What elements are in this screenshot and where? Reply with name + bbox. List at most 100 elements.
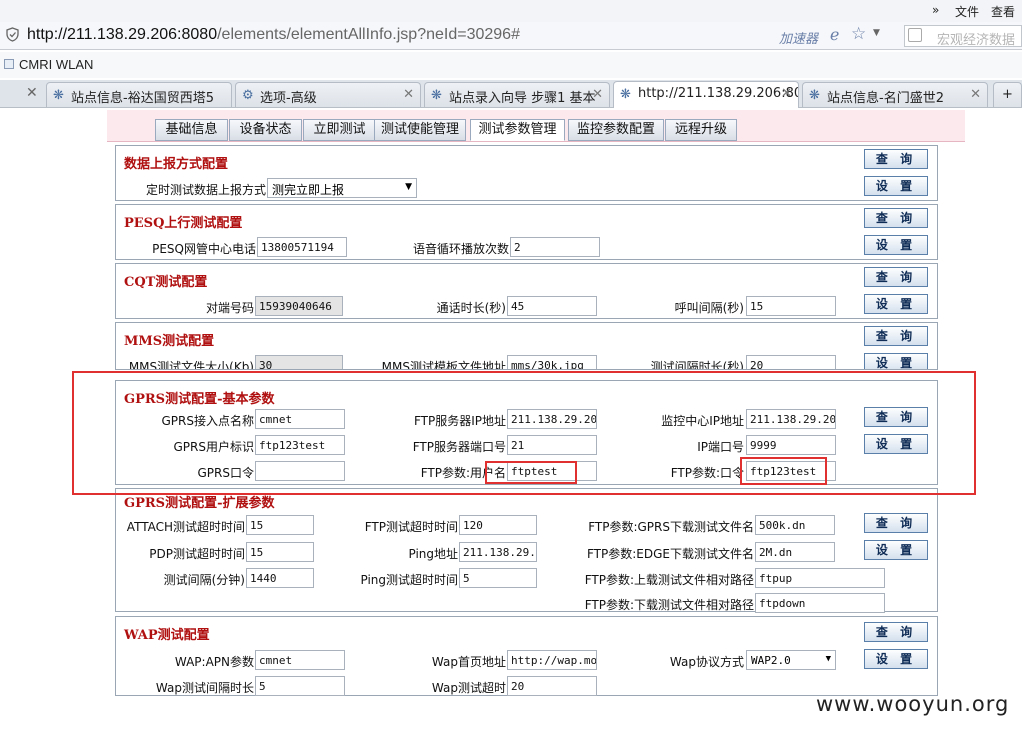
report-config-section: 数据上报方式配置 定时测试数据上报方式 测完立即上报 ▼ 查 询 设 置 [115, 145, 938, 201]
report-mode-value: 测完立即上报 [272, 183, 345, 197]
tab-label: 站点信息-裕达国贸西塔5 [71, 91, 214, 106]
wap-home-label: Wap首页地址 [431, 655, 506, 669]
wap-protocol-select[interactable]: WAP2.0 ▼ [746, 650, 836, 670]
wap-timeout-label: Wap测试超时 [431, 681, 506, 695]
page-icon: ❋ [620, 87, 631, 102]
wap-home-input[interactable]: http://wap.monternet.com [507, 650, 597, 670]
accelerator-button[interactable]: 加速器 [779, 28, 818, 47]
query-button[interactable]: 查 询 [864, 513, 928, 533]
test-interval-input[interactable]: 1440 [246, 568, 314, 588]
url-input[interactable]: http://211.138.29.206:8080/elements/elem… [27, 26, 520, 44]
section-title: WAP测试配置 [124, 628, 210, 643]
highlight-ftp-password-box [740, 457, 827, 485]
wap-apn-label: WAP:APN参数 [174, 655, 254, 669]
close-tab-icon[interactable]: ✕ [403, 87, 414, 102]
close-tab-icon[interactable]: ✕ [592, 87, 603, 102]
attach-timeout-input[interactable]: 15 [246, 515, 314, 535]
wap-interval-input[interactable]: 5 [255, 676, 345, 696]
page-tab-menu: 基础信息 设备状态 立即测试 测试使能管理 测试参数管理 监控参数配置 远程升级 [107, 110, 965, 142]
ping-timeout-input[interactable]: 5 [459, 568, 537, 588]
menu-file[interactable]: 文件 [955, 3, 979, 20]
bookmark-cmri-wlan[interactable]: CMRI WLAN [19, 57, 93, 72]
browser-tab[interactable]: ❋ 站点录入向导 步骤1 基本 ✕ [424, 82, 610, 107]
cqt-config-section: CQT测试配置 对端号码 15939040646 通话时长(秒) 45 呼叫间隔… [115, 263, 938, 319]
tab-label: http://211.138.29.206:8080 [638, 86, 798, 101]
call-interval-label: 呼叫间隔(秒) [674, 301, 744, 315]
search-box[interactable]: 宏观经济数据 [904, 25, 1022, 48]
call-duration-label: 通话时长(秒) [436, 301, 506, 315]
wap-apn-input[interactable]: cmnet [255, 650, 345, 670]
browser-tab-active[interactable]: ❋ http://211.138.29.206:8080✕ [613, 81, 799, 108]
page-icon: ❋ [431, 88, 442, 103]
set-button[interactable]: 设 置 [864, 176, 928, 196]
set-button[interactable]: 设 置 [864, 353, 928, 369]
menu-view[interactable]: 查看 [991, 3, 1015, 20]
query-button[interactable]: 查 询 [864, 622, 928, 642]
tab-device-status[interactable]: 设备状态 [229, 119, 302, 141]
ftp-timeout-input[interactable]: 120 [459, 515, 537, 535]
browser-tab[interactable]: ❋ 站点信息-裕达国贸西塔5 [46, 82, 232, 107]
ping-address-input[interactable]: 211.138.29.206 [459, 542, 537, 562]
highlight-ftp-username-box [485, 461, 577, 484]
voice-loop-input[interactable]: 2 [510, 237, 600, 257]
tab-basic-info[interactable]: 基础信息 [155, 119, 228, 141]
call-duration-input[interactable]: 45 [507, 296, 597, 316]
report-mode-select[interactable]: 测完立即上报 ▼ [267, 178, 417, 198]
close-tab-icon[interactable]: ✕ [26, 85, 38, 101]
query-button[interactable]: 查 询 [864, 267, 928, 287]
query-button[interactable]: 查 询 [864, 149, 928, 169]
chevron-down-icon: ▼ [405, 182, 412, 192]
browser-tab[interactable]: ❋ 站点信息-名门盛世2 ✕ [802, 82, 988, 107]
wap-timeout-input[interactable]: 20 [507, 676, 597, 696]
browser-tab-strip: ✕ ❋ 站点信息-裕达国贸西塔5 ⚙ 选项-高级 ✕ ❋ 站点录入向导 步骤1 基本 ✕ … [0, 80, 1022, 108]
pesq-phone-input[interactable]: 13800571194 [257, 237, 347, 257]
pdp-timeout-input[interactable]: 15 [246, 542, 314, 562]
set-button[interactable]: 设 置 [864, 235, 928, 255]
wap-config-section: WAP测试配置 WAP:APN参数 cmnet Wap首页地址 http://w… [115, 616, 938, 696]
mms-template-input[interactable]: mms/30k.jpg [507, 355, 597, 369]
gprs-ext-section: GPRS测试配置-扩展参数 ATTACH测试超时时间 15 FTP测试超时时间 … [115, 488, 938, 613]
ftp-timeout-label: FTP测试超时时间 [364, 520, 458, 534]
tab-test-params[interactable]: 测试参数管理 [470, 119, 565, 141]
close-tab-icon[interactable]: ✕ [781, 86, 792, 101]
edge-download-file-input[interactable]: 2M.dn [755, 542, 835, 562]
peer-number-input[interactable]: 15939040646 [255, 296, 343, 316]
mms-interval-input[interactable]: 20 [746, 355, 836, 369]
gprs-download-file-input[interactable]: 500k.dn [755, 515, 835, 535]
menu-overflow-icon[interactable]: » [932, 3, 939, 17]
upload-path-input[interactable]: ftpup [755, 568, 885, 588]
upload-path-label: FTP参数:上载测试文件相对路径 [584, 573, 754, 587]
new-tab-button[interactable]: + [993, 82, 1022, 107]
url-path: /elements/elementAllInfo.jsp?neId=30296# [217, 26, 520, 43]
favorite-star-icon[interactable]: ☆ [851, 24, 866, 44]
tab-instant-test[interactable]: 立即测试 [303, 119, 376, 141]
mms-size-input[interactable]: 30 [255, 355, 343, 369]
browser-tab[interactable]: ⚙ 选项-高级 ✕ [235, 82, 421, 107]
set-button[interactable]: 设 置 [864, 540, 928, 560]
query-button[interactable]: 查 询 [864, 326, 928, 346]
ie-icon[interactable]: ℯ [830, 25, 839, 44]
bookmark-bar: CMRI WLAN [0, 52, 1022, 78]
download-path-input[interactable]: ftpdown [755, 593, 885, 613]
set-button[interactable]: 设 置 [864, 649, 928, 669]
call-interval-input[interactable]: 15 [746, 296, 836, 316]
edge-download-file-label: FTP参数:EDGE下载测试文件名 [586, 547, 754, 561]
tab-test-enable[interactable]: 测试使能管理 [374, 119, 466, 141]
address-bar: http://211.138.29.206:8080/elements/elem… [0, 22, 1022, 50]
page-icon: ❋ [809, 88, 820, 103]
test-interval-label: 测试间隔(分钟) [163, 573, 245, 587]
search-engine-icon[interactable] [908, 28, 922, 42]
tab-remote-upgrade[interactable]: 远程升级 [665, 119, 737, 141]
query-button[interactable]: 查 询 [864, 208, 928, 228]
section-title: 数据上报方式配置 [124, 157, 229, 172]
favorites-dropdown-icon[interactable]: ▼ [873, 28, 880, 38]
search-placeholder: 宏观经济数据 [937, 33, 1016, 48]
wap-protocol-value: WAP2.0 [751, 654, 791, 667]
browser-menu-bar: » 文件 查看 [0, 0, 1022, 22]
set-button[interactable]: 设 置 [864, 294, 928, 314]
tab-monitor-params[interactable]: 监控参数配置 [568, 119, 664, 141]
close-tab-icon[interactable]: ✕ [970, 87, 981, 102]
download-path-label: FTP参数:下载测试文件相对路径 [584, 598, 754, 612]
tab-label: 选项-高级 [260, 91, 317, 106]
settings-gear-icon: ⚙ [242, 88, 254, 103]
